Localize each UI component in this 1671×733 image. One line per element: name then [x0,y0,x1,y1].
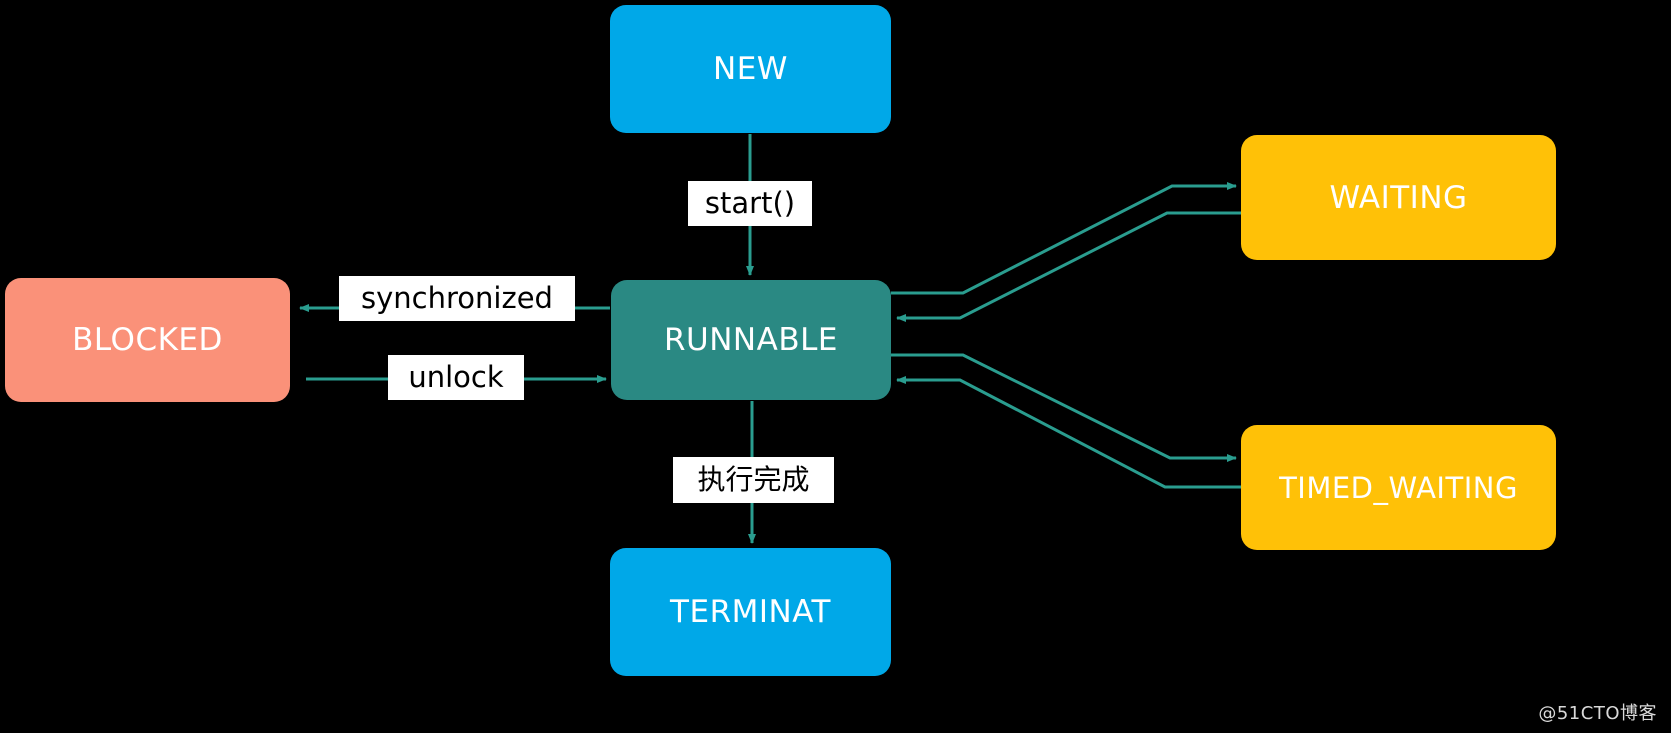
state-node-terminated[interactable]: TERMINAT [610,548,891,676]
state-node-blocked[interactable]: BLOCKED [5,278,290,402]
edge-label-synchronized-text: synchronized [361,281,553,315]
edge-label-start: start() [688,181,812,226]
watermark: @51CTO博客 [1538,699,1657,725]
diagram-canvas: NEW RUNNABLE BLOCKED WAITING TIMED_WAITI… [0,0,1671,733]
edge-waiting-to-runnable [896,211,1241,322]
edge-label-finish-text: 执行完成 [697,463,810,496]
state-node-new[interactable]: NEW [610,5,891,133]
state-node-timed-waiting-label: TIMED_WAITING [1279,470,1518,505]
state-node-new-label: NEW [713,51,788,87]
state-node-runnable-label: RUNNABLE [664,322,838,358]
edge-label-synchronized: synchronized [339,276,575,321]
state-node-timed-waiting[interactable]: TIMED_WAITING [1241,425,1556,550]
edge-label-unlock-text: unlock [408,360,504,394]
edge-label-finish: 执行完成 [673,457,834,503]
edge-runnable-to-timed-waiting [891,353,1237,462]
state-node-waiting[interactable]: WAITING [1241,135,1556,260]
state-node-runnable[interactable]: RUNNABLE [611,280,891,400]
state-node-blocked-label: BLOCKED [72,322,223,358]
watermark-text: @51CTO博客 [1538,703,1657,724]
edge-timed-waiting-to-runnable [896,376,1241,489]
edge-runnable-to-waiting [891,182,1237,295]
state-node-terminated-label: TERMINAT [670,594,831,630]
edge-label-unlock: unlock [388,355,524,400]
state-node-waiting-label: WAITING [1329,179,1468,216]
edge-label-start-text: start() [704,186,796,220]
